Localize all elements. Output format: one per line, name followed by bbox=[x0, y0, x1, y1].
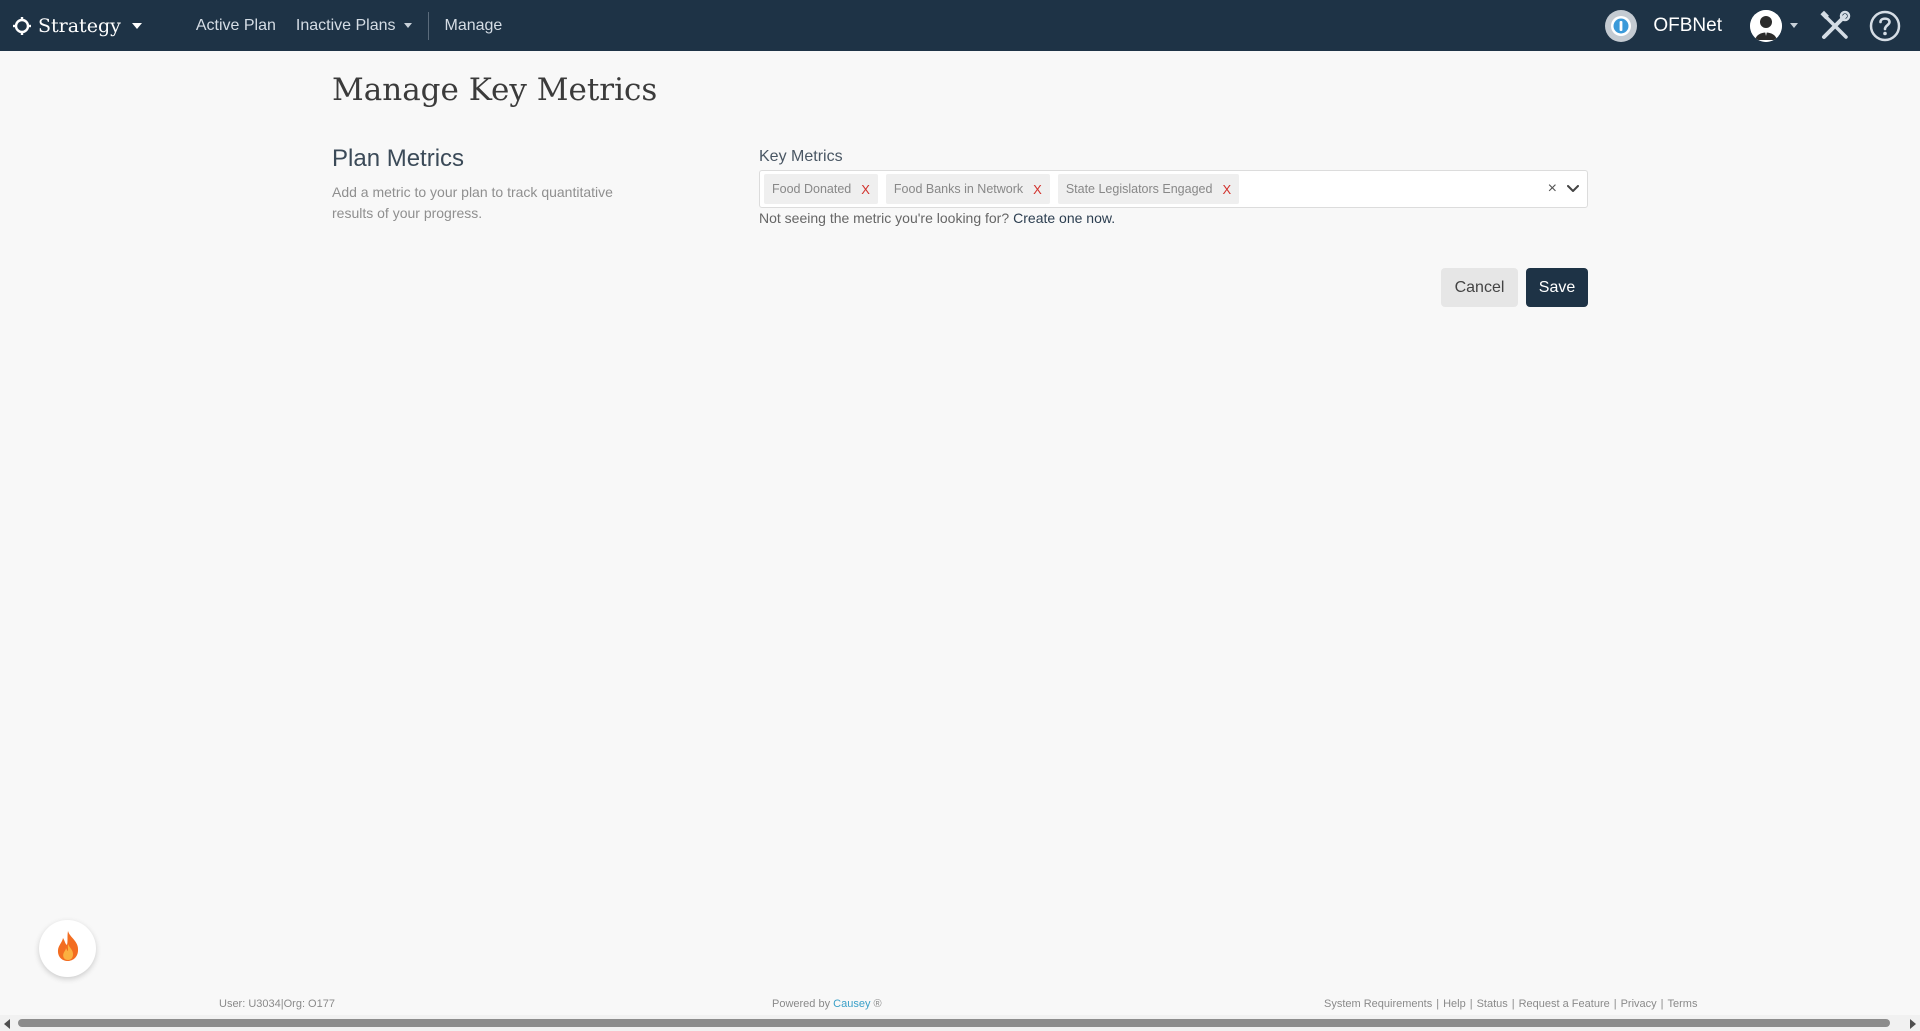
flame-icon bbox=[54, 930, 82, 967]
scroll-right-icon[interactable] bbox=[1910, 1019, 1916, 1029]
footer: User: U3034|Org: O177 Powered by Causey … bbox=[0, 993, 1920, 1015]
footer-separator: | bbox=[1511, 998, 1515, 1010]
metric-chip: Food Donated X bbox=[764, 174, 878, 204]
navbar-right: OFBNet bbox=[1605, 0, 1920, 51]
org-logo-icon bbox=[1605, 9, 1638, 42]
chevron-down-icon bbox=[403, 23, 412, 28]
page-title: Manage Key Metrics bbox=[332, 72, 658, 108]
chevron-down-icon[interactable] bbox=[1567, 185, 1579, 193]
horizontal-scrollbar[interactable] bbox=[0, 1015, 1920, 1031]
footer-separator: | bbox=[1436, 998, 1440, 1010]
metric-chip-label: Food Donated bbox=[772, 182, 852, 196]
crosshair-icon bbox=[12, 16, 32, 36]
nav-inactive-plans[interactable]: Inactive Plans bbox=[286, 0, 422, 51]
main-nav: Active Plan Inactive Plans Manage bbox=[186, 0, 512, 51]
help-circle-icon[interactable] bbox=[1868, 9, 1902, 43]
strategy-menu[interactable]: Strategy bbox=[12, 0, 142, 51]
nav-active-plan[interactable]: Active Plan bbox=[186, 0, 286, 51]
key-metrics-select[interactable]: Food Donated X Food Banks in Network X S… bbox=[759, 170, 1588, 208]
footer-links: System Requirements | Help | Status | Re… bbox=[1324, 998, 1697, 1010]
footer-link-privacy[interactable]: Privacy bbox=[1621, 998, 1657, 1010]
select-controls: × bbox=[1548, 171, 1579, 207]
footer-link-help[interactable]: Help bbox=[1443, 998, 1466, 1010]
fire-help-button[interactable] bbox=[39, 920, 96, 977]
footer-link-terms[interactable]: Terms bbox=[1668, 998, 1698, 1010]
remove-metric-button[interactable]: X bbox=[861, 182, 870, 197]
metric-chip: State Legislators Engaged X bbox=[1057, 174, 1240, 204]
metric-chip: Food Banks in Network X bbox=[885, 174, 1050, 204]
chevron-down-icon bbox=[1790, 23, 1798, 28]
causey-link[interactable]: Causey bbox=[833, 998, 870, 1010]
remove-metric-button[interactable]: X bbox=[1033, 182, 1042, 197]
nav-divider bbox=[427, 11, 429, 40]
footer-user-info: User: U3034|Org: O177 bbox=[219, 998, 335, 1010]
footer-link-system-requirements[interactable]: System Requirements bbox=[1324, 998, 1432, 1010]
helper-text: Not seeing the metric you're looking for… bbox=[759, 210, 1010, 226]
plan-metrics-title: Plan Metrics bbox=[332, 145, 465, 172]
org-name[interactable]: OFBNet bbox=[1653, 15, 1722, 37]
save-button[interactable]: Save bbox=[1526, 268, 1588, 307]
scrollbar-thumb[interactable] bbox=[18, 1019, 1890, 1027]
footer-separator: | bbox=[1613, 998, 1617, 1010]
metric-helper-text: Not seeing the metric you're looking for… bbox=[759, 210, 1115, 226]
powered-by-text: Powered by bbox=[772, 998, 831, 1010]
nav-manage[interactable]: Manage bbox=[435, 0, 513, 51]
top-navbar: Strategy Active Plan Inactive Plans Mana… bbox=[0, 0, 1920, 51]
user-avatar-icon bbox=[1750, 9, 1782, 42]
key-metrics-label: Key Metrics bbox=[759, 148, 843, 165]
plan-metrics-description: Add a metric to your plan to track quant… bbox=[332, 184, 613, 221]
footer-separator: | bbox=[1469, 998, 1473, 1010]
footer-link-status[interactable]: Status bbox=[1477, 998, 1508, 1010]
metric-chip-label: State Legislators Engaged bbox=[1065, 182, 1213, 196]
brand-label: Strategy bbox=[38, 14, 121, 37]
footer-separator: | bbox=[1660, 998, 1664, 1010]
footer-powered-by: Powered by Causey ® bbox=[772, 998, 882, 1010]
registered-mark: ® bbox=[873, 998, 882, 1010]
remove-metric-button[interactable]: X bbox=[1222, 182, 1231, 197]
tools-icon[interactable] bbox=[1818, 9, 1852, 43]
scroll-left-icon[interactable] bbox=[4, 1019, 10, 1029]
user-menu[interactable] bbox=[1750, 9, 1798, 42]
footer-link-request-feature[interactable]: Request a Feature bbox=[1519, 998, 1610, 1010]
clear-all-button[interactable]: × bbox=[1548, 180, 1557, 198]
create-metric-link[interactable]: Create one now. bbox=[1013, 210, 1115, 226]
nav-inactive-plans-label: Inactive Plans bbox=[295, 16, 396, 34]
metric-chip-label: Food Banks in Network bbox=[893, 182, 1024, 196]
chevron-down-icon bbox=[131, 22, 142, 29]
cancel-button[interactable]: Cancel bbox=[1441, 268, 1518, 307]
